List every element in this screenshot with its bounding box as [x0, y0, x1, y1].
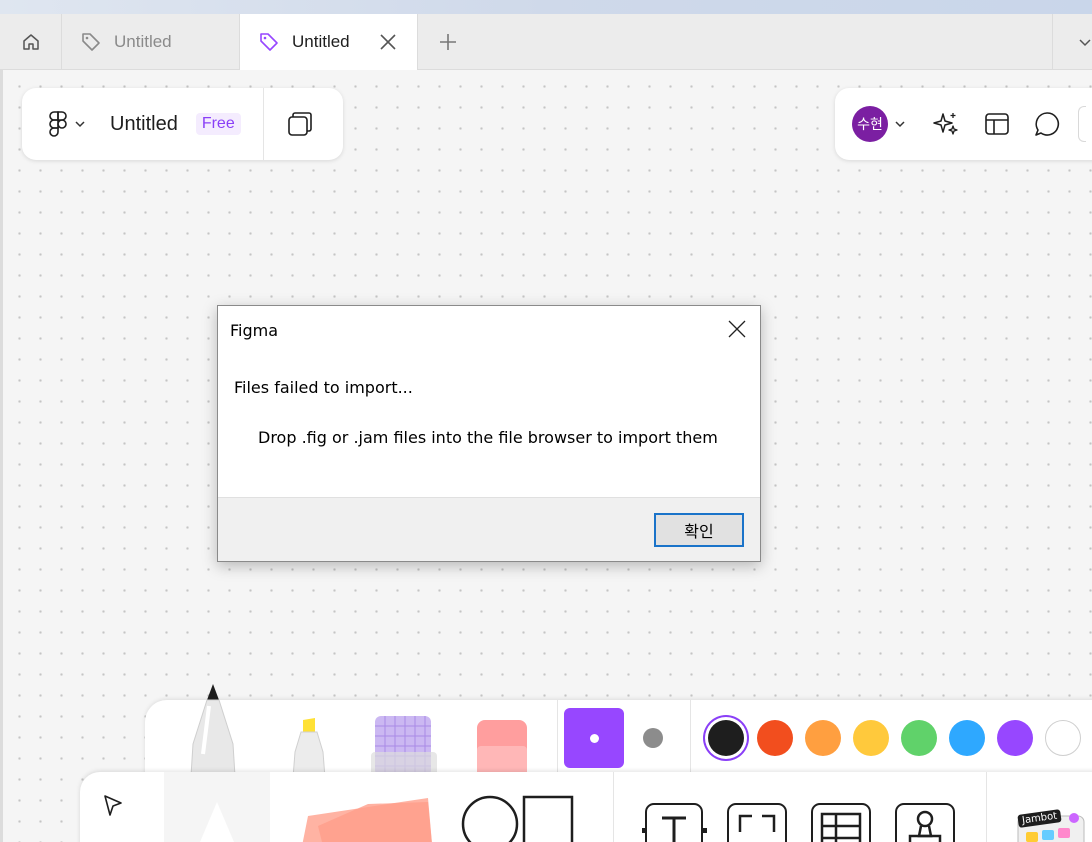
draw-tool-selected[interactable] — [164, 772, 270, 842]
layers-icon — [287, 112, 312, 136]
chevron-down-icon — [895, 121, 905, 128]
desktop-background — [0, 0, 1092, 14]
highlighter-tool[interactable] — [287, 718, 331, 778]
dialog-message: Files failed to import... — [234, 378, 413, 397]
section-tool-icon[interactable] — [726, 802, 788, 842]
close-tab-button[interactable] — [379, 33, 397, 51]
import-error-dialog: Figma Files failed to import... Drop .fi… — [217, 305, 761, 562]
tab-label: Untitled — [114, 32, 172, 51]
pages-button[interactable] — [286, 110, 314, 138]
home-tab[interactable] — [0, 14, 62, 70]
dialog-close-button[interactable] — [728, 320, 746, 338]
tag-icon — [260, 33, 278, 51]
plan-badge[interactable]: Free — [195, 113, 241, 135]
divider — [613, 772, 614, 842]
tab-bar: Untitled Untitled — [0, 14, 1092, 70]
color-swatch-purple[interactable] — [997, 720, 1033, 756]
figma-logo-icon — [49, 111, 67, 137]
divider — [557, 700, 558, 774]
color-swatch-blue[interactable] — [949, 720, 985, 756]
color-swatch-red[interactable] — [757, 720, 793, 756]
collab-toolbar: 수현 — [835, 88, 1092, 160]
ai-button[interactable] — [932, 110, 960, 138]
text-tool-icon[interactable] — [642, 802, 708, 842]
layout-icon — [985, 113, 1009, 135]
color-swatch-yellow[interactable] — [853, 720, 889, 756]
dialog-footer: 확인 — [218, 497, 760, 561]
move-tool-icon[interactable] — [102, 794, 124, 818]
new-tab-button[interactable] — [418, 14, 478, 69]
tab-untitled-1[interactable]: Untitled — [62, 14, 240, 70]
main-toolbar: Jambot — [80, 772, 1092, 842]
chevron-down-icon — [1079, 38, 1091, 46]
share-button-partial[interactable] — [1078, 106, 1086, 142]
tag-icon — [82, 33, 100, 51]
color-swatch-orange[interactable] — [805, 720, 841, 756]
avatar-menu-button[interactable] — [894, 118, 906, 130]
divider — [690, 700, 691, 774]
templates-button[interactable] — [984, 111, 1010, 137]
stroke-size-large-button[interactable] — [564, 708, 624, 768]
stroke-size-small-button[interactable] — [643, 728, 663, 748]
file-title[interactable]: Untitled — [110, 113, 178, 136]
stamp-tool-icon[interactable] — [894, 802, 956, 842]
close-icon — [728, 320, 746, 338]
sparkle-icon — [933, 113, 958, 135]
washi-tape-tool[interactable] — [371, 712, 437, 776]
marker-tip-icon — [200, 802, 234, 842]
eraser-tool[interactable] — [475, 718, 529, 776]
color-swatch-green[interactable] — [901, 720, 937, 756]
plus-icon — [440, 33, 456, 50]
main-menu-button[interactable] — [48, 111, 86, 137]
comment-button[interactable] — [1034, 111, 1060, 137]
marker-tool[interactable] — [189, 684, 239, 776]
tab-untitled-2[interactable]: Untitled — [240, 14, 418, 70]
tab-menu-button[interactable] — [1052, 14, 1092, 69]
comment-icon — [1035, 112, 1060, 136]
divider — [986, 772, 987, 842]
dialog-detail: Drop .fig or .jam files into the file br… — [258, 428, 718, 447]
ok-button[interactable]: 확인 — [654, 513, 744, 547]
dialog-title: Figma — [230, 321, 279, 340]
sticky-note-tool[interactable] — [288, 796, 438, 842]
close-icon — [380, 34, 396, 50]
size-dot — [589, 733, 599, 743]
divider — [262, 88, 264, 160]
color-swatch-white[interactable] — [1045, 720, 1081, 756]
tab-label: Untitled — [292, 32, 350, 51]
shape-tool[interactable] — [460, 794, 576, 842]
avatar[interactable]: 수현 — [852, 106, 888, 142]
table-tool-icon[interactable] — [810, 802, 872, 842]
chevron-down-icon — [75, 121, 85, 128]
home-icon — [22, 34, 39, 50]
file-toolbar: Untitled Free — [22, 88, 343, 160]
jambot-sticker-button[interactable]: Jambot — [1010, 804, 1090, 842]
color-swatch-black[interactable] — [708, 720, 744, 756]
